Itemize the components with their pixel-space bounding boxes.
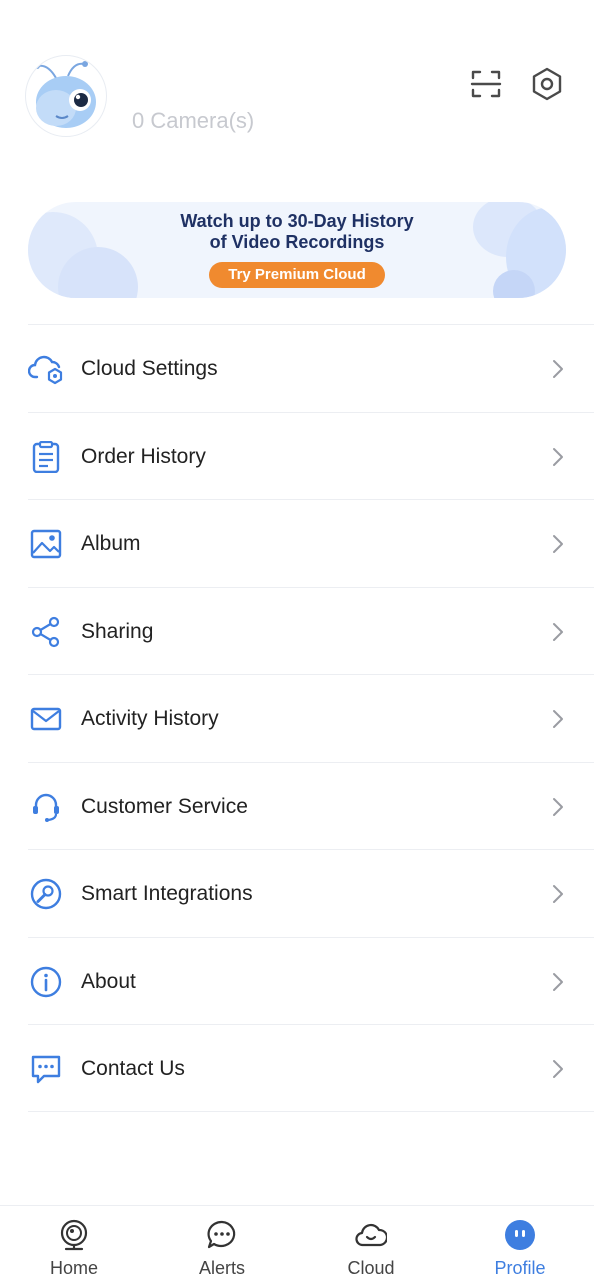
mail-icon	[28, 703, 64, 735]
camera-icon	[58, 1219, 90, 1251]
ant-mascot-icon	[34, 61, 96, 128]
chevron-right-icon	[548, 620, 568, 644]
banner-title-line2: of Video Recordings	[209, 232, 385, 252]
menu-item-label: Cloud Settings	[81, 357, 218, 380]
try-premium-cloud-button[interactable]: Try Premium Cloud	[209, 262, 385, 288]
premium-cloud-banner[interactable]: Watch up to 30-Day History of Video Reco…	[28, 202, 566, 298]
menu-item-label: Activity History	[81, 707, 219, 730]
cloud-gear-icon	[27, 353, 64, 385]
settings-icon[interactable]	[529, 66, 565, 102]
chevron-right-icon	[548, 1057, 568, 1081]
tab-label: Profile	[494, 1258, 546, 1278]
camera-count: 0 Camera(s)	[132, 108, 255, 133]
wrench-icon	[28, 878, 64, 910]
clipboard-icon	[28, 440, 64, 473]
menu-item-label: Contact Us	[81, 1057, 185, 1080]
menu-item-order-history[interactable]: Order History	[28, 411, 594, 500]
tab-alerts[interactable]: Alerts	[148, 1206, 296, 1281]
chevron-right-icon	[548, 532, 568, 556]
menu-item-customer-service[interactable]: Customer Service	[28, 761, 594, 850]
image-icon	[28, 528, 64, 560]
bottom-tab-bar: Home Alerts Cloud Profile	[0, 1205, 594, 1281]
profile-menu: Cloud Settings Order History Album Shari…	[0, 324, 594, 1112]
chevron-right-icon	[548, 445, 568, 469]
menu-item-label: Sharing	[81, 619, 154, 643]
tab-home[interactable]: Home	[0, 1206, 148, 1281]
banner-title-line1: Watch up to 30-Day History	[180, 211, 414, 231]
menu-item-smart-integrations[interactable]: Smart Integrations	[28, 849, 594, 937]
menu-item-sharing[interactable]: Sharing	[28, 586, 594, 675]
chevron-right-icon	[548, 882, 568, 906]
menu-item-about[interactable]: About	[28, 936, 594, 1025]
share-icon	[28, 616, 64, 648]
menu-item-album[interactable]: Album	[28, 499, 594, 587]
profile-face-icon	[504, 1219, 536, 1251]
scan-icon[interactable]	[468, 66, 504, 102]
cloud-icon	[355, 1219, 389, 1251]
chevron-right-icon	[548, 707, 568, 731]
chat-bubble-icon	[206, 1219, 238, 1251]
avatar[interactable]	[25, 55, 107, 137]
menu-item-label: Smart Integrations	[81, 882, 253, 905]
chevron-right-icon	[548, 357, 568, 381]
menu-item-label: About	[81, 969, 136, 993]
menu-item-label: Order History	[81, 444, 206, 468]
tab-label: Home	[49, 1258, 98, 1278]
chevron-right-icon	[548, 970, 568, 994]
menu-item-activity-history[interactable]: Activity History	[28, 674, 594, 762]
tab-profile[interactable]: Profile	[446, 1206, 594, 1281]
chevron-right-icon	[548, 795, 568, 819]
menu-item-contact-us[interactable]: Contact Us	[28, 1024, 594, 1112]
tab-label: Alerts	[198, 1258, 245, 1278]
headset-icon	[28, 791, 64, 823]
menu-item-label: Album	[81, 532, 141, 555]
profile-header: 0 Camera(s)	[0, 0, 594, 180]
chat-icon	[28, 1053, 64, 1085]
tab-cloud[interactable]: Cloud	[297, 1206, 445, 1281]
menu-item-cloud-settings[interactable]: Cloud Settings	[27, 324, 594, 412]
menu-item-label: Customer Service	[81, 794, 248, 818]
tab-label: Cloud	[347, 1258, 395, 1278]
info-icon	[28, 966, 64, 998]
